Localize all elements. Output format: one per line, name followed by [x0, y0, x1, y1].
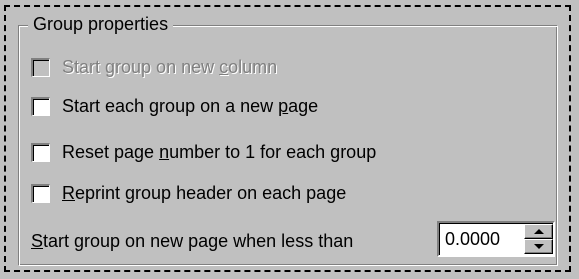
- reprint-group-header-option[interactable]: Reprint group header on each page: [31, 181, 346, 205]
- less-than-label: Start group on new page when less than: [31, 231, 354, 251]
- less-than-value-input[interactable]: 0.0000: [439, 224, 524, 254]
- less-than-spin-box[interactable]: 0.0000: [437, 221, 555, 257]
- spin-up-button[interactable]: [524, 224, 553, 239]
- reprint-group-header-label[interactable]: Reprint group header on each page: [62, 181, 346, 205]
- spin-up-arrow-icon: [533, 229, 544, 234]
- reset-page-number-option[interactable]: Reset page number to 1 for each group: [31, 140, 376, 164]
- spin-down-arrow-icon: [533, 244, 544, 249]
- group-properties-title: Group properties: [28, 12, 174, 36]
- less-than-label-row: Start group on new page when less than: [31, 229, 353, 253]
- start-each-group-new-page-label[interactable]: Start each group on a new page: [62, 94, 318, 118]
- start-each-group-new-page-checkbox[interactable]: [31, 96, 50, 116]
- start-group-new-column-label: Start group on new column: [62, 57, 278, 77]
- start-group-new-column-checkbox: [31, 57, 50, 77]
- start-each-group-new-page-option[interactable]: Start each group on a new page: [31, 94, 318, 118]
- spin-buttons: [524, 224, 553, 254]
- spin-down-button[interactable]: [524, 239, 553, 254]
- reprint-group-header-checkbox[interactable]: [31, 183, 50, 203]
- start-group-new-column-option: Start group on new column: [31, 55, 277, 79]
- reset-page-number-label[interactable]: Reset page number to 1 for each group: [62, 140, 376, 164]
- reset-page-number-checkbox[interactable]: [31, 142, 50, 162]
